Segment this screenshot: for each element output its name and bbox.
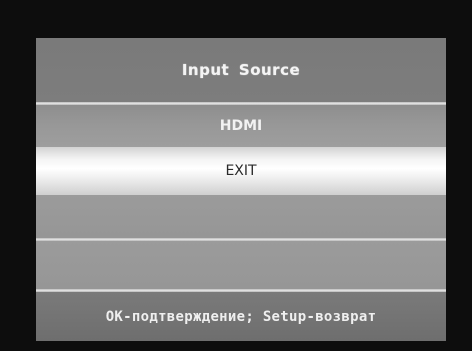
empty-menu-slot: [36, 241, 446, 289]
menu-item-exit-label: EXIT: [225, 163, 257, 179]
empty-menu-slot: [36, 195, 446, 238]
footer-hint: OK-подтверждение; Setup-возврат: [105, 308, 377, 325]
osd-menu: Input Source HDMI EXIT OK-подтверждение;…: [36, 38, 446, 341]
osd-title-bar: Input Source: [36, 38, 446, 102]
menu-item-exit[interactable]: EXIT: [36, 147, 446, 195]
osd-footer: OK-подтверждение; Setup-возврат: [36, 292, 446, 341]
menu-item-hdmi-label: HDMI: [219, 118, 263, 134]
menu-item-hdmi[interactable]: HDMI: [36, 105, 446, 147]
osd-title: Input Source: [181, 61, 301, 79]
